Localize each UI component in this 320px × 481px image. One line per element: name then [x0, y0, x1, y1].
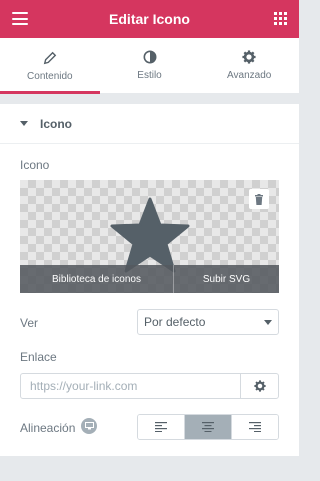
link-options-button[interactable] — [240, 373, 279, 399]
icon-preview[interactable]: Biblioteca de iconos Subir SVG — [20, 180, 279, 293]
section-title: Icono — [40, 116, 72, 131]
upload-svg-button[interactable]: Subir SVG — [174, 265, 279, 293]
tab-label: Avanzado — [227, 70, 272, 81]
controls-panel: Icono Icono Biblioteca de iconos Subir S… — [0, 104, 299, 456]
widgets-grid-icon[interactable] — [274, 12, 287, 25]
view-field-label: Ver — [20, 316, 39, 330]
section-toggle-icono[interactable]: Icono — [0, 104, 299, 144]
alignment-button-group — [137, 414, 279, 440]
view-select-value: Por defecto — [144, 315, 206, 329]
alignment-field-label: Alineación — [20, 421, 76, 435]
panel-title: Editar Icono — [109, 11, 190, 27]
editor-header: Editar Icono — [0, 0, 299, 38]
align-left-icon — [155, 422, 167, 432]
align-center-button[interactable] — [184, 415, 231, 439]
tab-contenido[interactable]: Contenido — [0, 38, 100, 94]
align-right-icon — [249, 422, 261, 432]
pencil-icon — [43, 51, 57, 64]
link-url-input[interactable] — [20, 373, 241, 399]
tab-label: Estilo — [137, 70, 162, 81]
contrast-icon — [143, 50, 156, 64]
gear-icon — [253, 380, 266, 392]
star-icon — [110, 197, 190, 273]
editor-tabs: Contenido Estilo Avanzado — [0, 38, 300, 94]
icon-field-label: Icono — [20, 158, 50, 172]
align-right-button[interactable] — [231, 415, 278, 439]
chevron-down-icon — [264, 320, 272, 325]
responsive-device-icon[interactable] — [81, 418, 97, 434]
tab-avanzado[interactable]: Avanzado — [199, 38, 300, 94]
align-left-button[interactable] — [138, 415, 184, 439]
link-field-label: Enlace — [20, 350, 57, 364]
tab-estilo[interactable]: Estilo — [99, 38, 200, 94]
align-center-icon — [202, 422, 214, 432]
trash-icon[interactable] — [249, 189, 269, 209]
icon-library-button[interactable]: Biblioteca de iconos — [20, 265, 174, 293]
gear-icon — [242, 50, 256, 64]
view-select[interactable]: Por defecto — [137, 309, 279, 335]
tab-label: Contenido — [27, 70, 73, 82]
icon-actions-bar: Biblioteca de iconos Subir SVG — [20, 265, 279, 293]
hamburger-menu-icon[interactable] — [12, 12, 28, 25]
caret-down-icon — [20, 121, 28, 126]
